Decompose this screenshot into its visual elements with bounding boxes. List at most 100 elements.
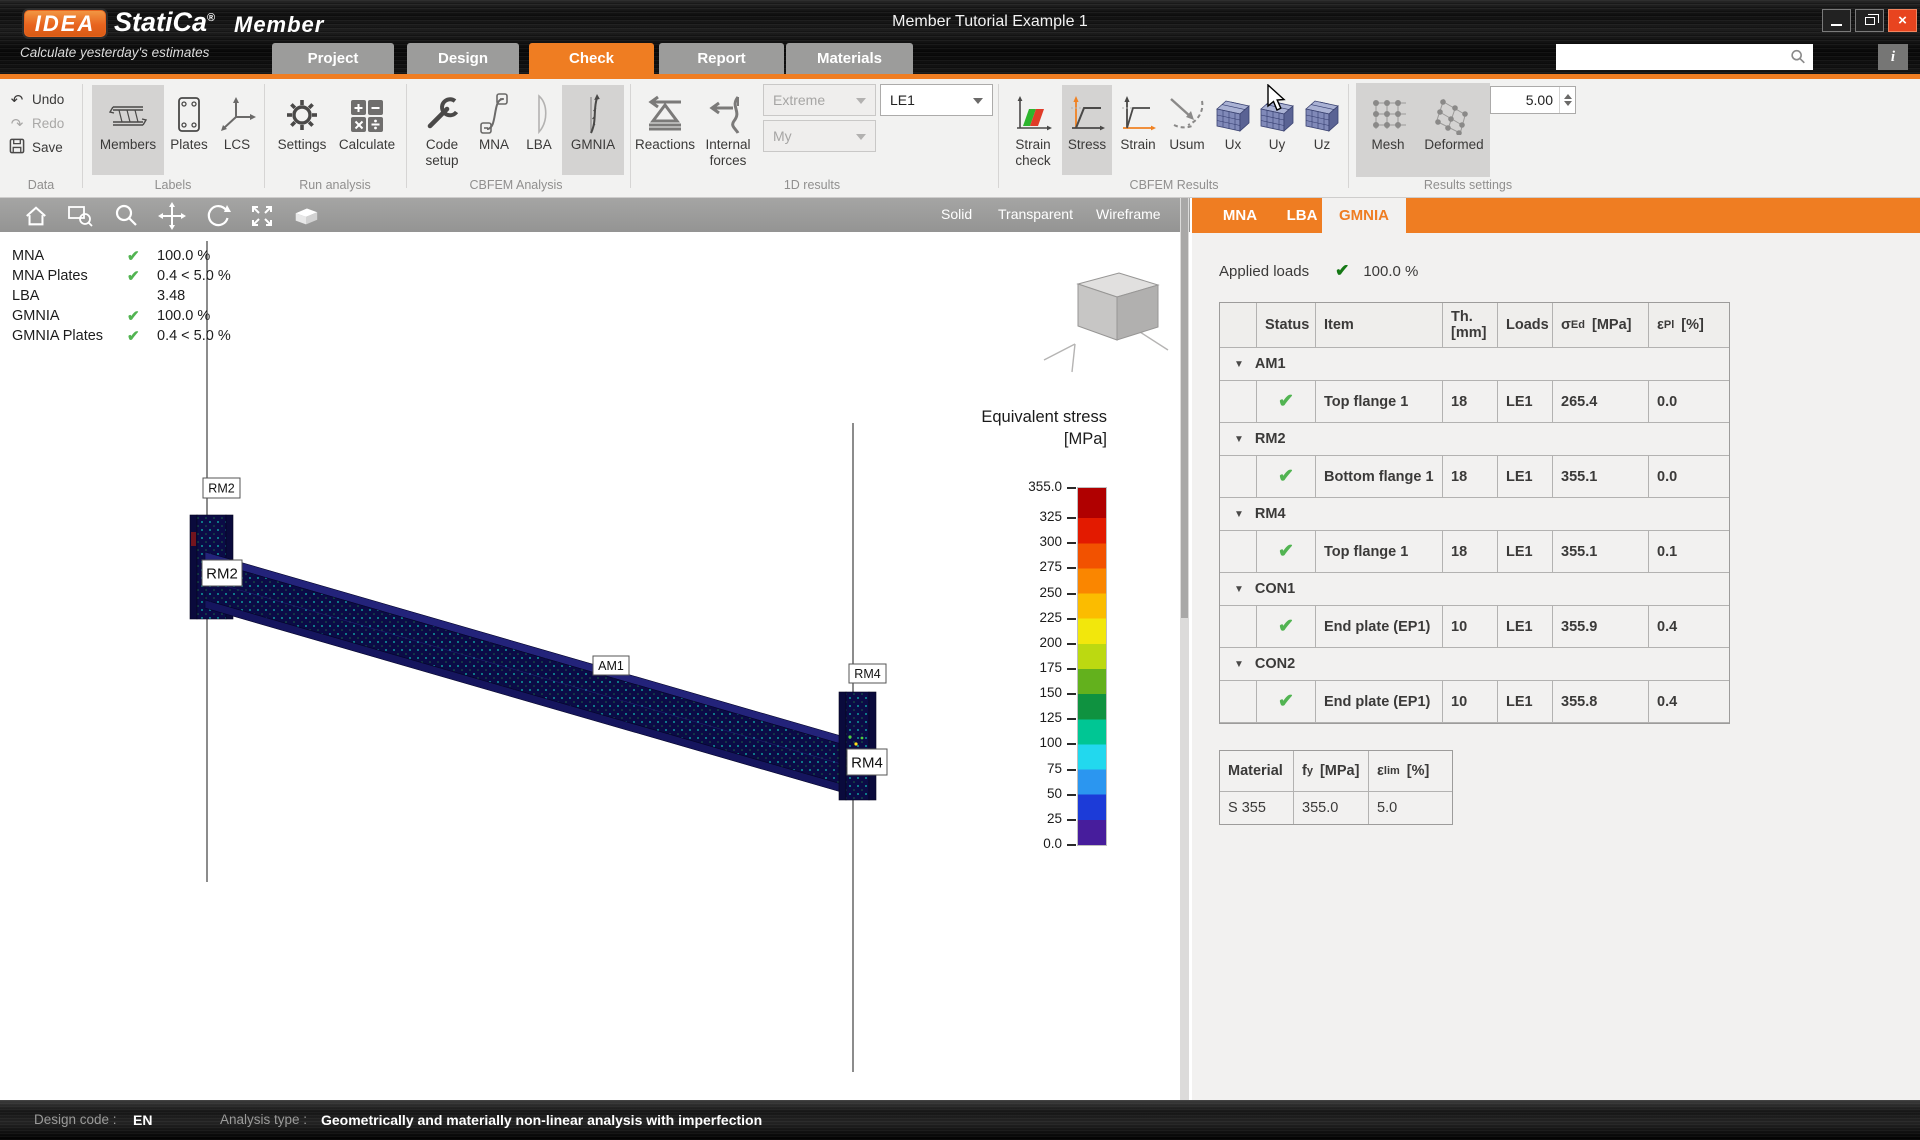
material-fy: 355.0 <box>1294 792 1369 824</box>
extreme-dropdown: Extreme <box>763 84 876 116</box>
scale-tick-mark <box>1067 769 1076 771</box>
table-group-header[interactable]: ▼AM1 <box>1220 348 1729 381</box>
home-view-button[interactable] <box>22 203 50 229</box>
scale-tick-mark <box>1067 618 1076 620</box>
scale-tick-label: 275 <box>986 559 1062 574</box>
mesh-button[interactable]: Mesh <box>1360 85 1416 175</box>
redo-button[interactable]: ↷Redo <box>8 112 76 135</box>
row-cell-loads: LE1 <box>1498 531 1553 572</box>
lcs-button[interactable]: LCS <box>214 85 260 175</box>
reactions-button[interactable]: Reactions <box>634 85 696 175</box>
collapse-icon[interactable]: ▼ <box>1234 584 1244 595</box>
step-up-icon[interactable] <box>1564 90 1572 99</box>
table-group-header[interactable]: ▼ RM2 <box>1220 423 1729 456</box>
viewport-scrollbar[interactable] <box>1180 198 1189 1100</box>
status-check-icon: ✔ <box>1257 531 1316 572</box>
collapse-icon[interactable]: ▼ <box>1234 659 1244 670</box>
table-row[interactable]: ✔End plate (EP1)10LE1355.80.4 <box>1220 681 1729 723</box>
search-icon[interactable] <box>1789 48 1807 66</box>
app-name: Member <box>234 12 324 38</box>
collapse-icon[interactable]: ▼ <box>1234 434 1244 445</box>
ribbon: ↶Undo ↷Redo Save Members Plates LCS Sett… <box>0 79 1920 198</box>
panel-tab-mna[interactable]: MNA <box>1210 198 1270 233</box>
summary-row: GMNIA Plates✔0.4 < 5.0 % <box>12 326 252 346</box>
table-row[interactable]: ✔Top flange 118LE1355.10.1 <box>1220 531 1729 573</box>
panel-tab-gmnia[interactable]: GMNIA <box>1322 198 1406 233</box>
mna-button[interactable]: MNA <box>472 85 516 175</box>
summary-row: MNA Plates✔0.4 < 5.0 % <box>12 266 252 286</box>
code-setup-button[interactable]: Code setup <box>414 85 470 175</box>
scrollbar-thumb[interactable] <box>1181 198 1188 618</box>
deformed-scale-value: 5.00 <box>1491 92 1559 108</box>
gmnia-button[interactable]: GMNIA <box>562 85 624 175</box>
tab-report[interactable]: Report <box>659 43 784 74</box>
pan-icon[interactable] <box>158 203 186 229</box>
display-mode-solid[interactable]: Solid <box>941 206 972 222</box>
undo-button[interactable]: ↶Undo <box>8 88 76 111</box>
strain-button[interactable]: Strain <box>1114 85 1162 175</box>
display-mode-wireframe[interactable]: Wireframe <box>1096 206 1161 222</box>
table-row[interactable]: ✔End plate (EP1)10LE1355.90.4 <box>1220 606 1729 648</box>
stepper-arrows[interactable] <box>1559 87 1575 113</box>
display-mode-transparent[interactable]: Transparent <box>998 206 1073 222</box>
table-group-header[interactable]: ▼CON1 <box>1220 573 1729 606</box>
stress-button[interactable]: Stress <box>1062 85 1112 175</box>
zoom-window-icon[interactable] <box>66 203 94 229</box>
code-setup-label: Code setup <box>414 137 470 169</box>
plates-button[interactable]: Plates <box>166 85 212 175</box>
maximize-button[interactable] <box>1855 9 1884 32</box>
internal-forces-button[interactable]: Internal forces <box>698 85 758 175</box>
group-label-cbfem-analysis: CBFEM Analysis <box>426 178 606 192</box>
table-row[interactable]: ✔Top flange 118LE1265.40.0 <box>1220 381 1729 423</box>
rotate-icon[interactable] <box>204 203 232 229</box>
calculate-button[interactable]: Calculate <box>334 85 400 175</box>
model-beam-am1[interactable] <box>205 552 855 796</box>
summary-check-icon: ✔ <box>127 307 157 325</box>
document-title: Member Tutorial Example 1 <box>892 13 1088 31</box>
column-header-item: Item <box>1316 303 1443 347</box>
tab-project[interactable]: Project <box>272 43 394 74</box>
tab-design[interactable]: Design <box>407 43 519 74</box>
table-group-header[interactable]: ▼RM4 <box>1220 498 1729 531</box>
save-button[interactable]: Save <box>8 136 76 159</box>
minimize-button[interactable] <box>1822 9 1851 32</box>
column-header-thickness: Th. [mm] <box>1443 303 1498 347</box>
load-case-dropdown[interactable]: LE1 <box>880 84 993 116</box>
table-group-header[interactable]: ▼CON2 <box>1220 648 1729 681</box>
scale-tick-mark <box>1067 794 1076 796</box>
solid-box-icon[interactable] <box>292 203 320 229</box>
usum-button[interactable]: Usum <box>1164 85 1210 175</box>
deformed-scale-stepper[interactable]: 5.00 <box>1490 86 1576 114</box>
tab-materials[interactable]: Materials <box>786 43 913 74</box>
svg-text:RM4: RM4 <box>851 755 883 772</box>
step-down-icon[interactable] <box>1564 101 1572 110</box>
view-cube[interactable] <box>1044 273 1168 372</box>
summary-row: LBA3.48 <box>12 286 252 306</box>
members-button[interactable]: Members <box>92 85 164 175</box>
close-button[interactable]: × <box>1888 9 1917 32</box>
mesh-label: Mesh <box>1360 137 1416 153</box>
strain-check-icon <box>1006 85 1060 137</box>
zoom-extents-icon[interactable] <box>248 203 276 229</box>
strain-icon <box>1114 85 1162 137</box>
scale-tick-mark <box>1067 487 1076 489</box>
ux-button[interactable]: Ux <box>1212 85 1254 175</box>
tab-check[interactable]: Check <box>529 43 654 74</box>
uz-button[interactable]: Uz <box>1300 85 1344 175</box>
deformed-button[interactable]: Deformed <box>1420 85 1488 175</box>
zoom-icon[interactable] <box>112 203 140 229</box>
strain-check-button[interactable]: Strain check <box>1006 85 1060 175</box>
members-label: Members <box>92 137 164 153</box>
search-input[interactable] <box>1556 44 1813 70</box>
scale-tick-label: 150 <box>986 685 1062 700</box>
applied-loads-label: Applied loads <box>1219 263 1309 280</box>
collapse-icon[interactable]: ▼ <box>1234 359 1244 370</box>
group-name: RM2 <box>1255 431 1286 447</box>
collapse-icon[interactable]: ▼ <box>1234 509 1244 520</box>
table-row[interactable]: ✔Bottom flange 118LE1355.10.0 <box>1220 456 1729 498</box>
lba-button[interactable]: LBA <box>518 85 560 175</box>
model-column-rm4[interactable] <box>839 692 876 800</box>
info-button[interactable]: i <box>1878 44 1908 70</box>
settings-button[interactable]: Settings <box>272 85 332 175</box>
gmnia-icon <box>562 85 624 137</box>
